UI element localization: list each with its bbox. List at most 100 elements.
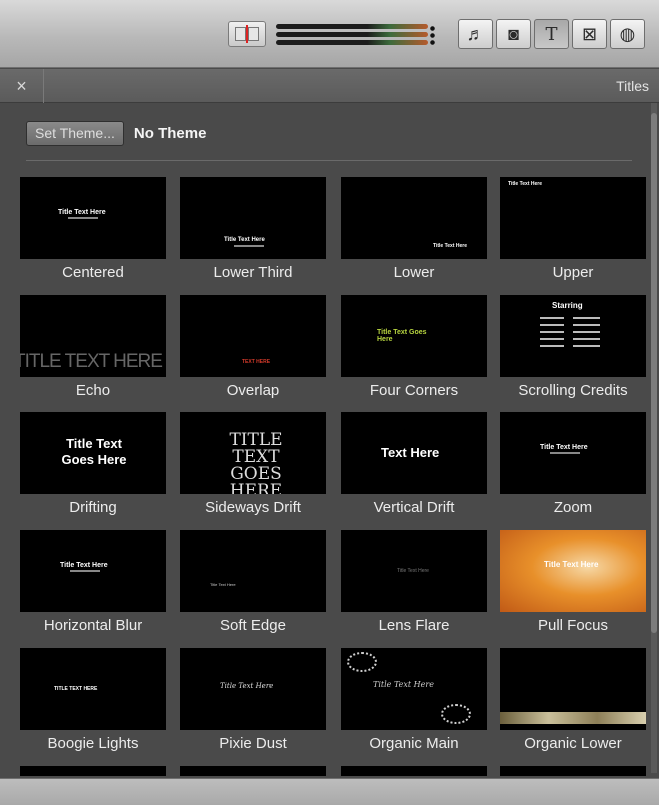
title-style-label: Horizontal Blur bbox=[43, 617, 143, 634]
credit-line bbox=[540, 331, 600, 333]
title-preview-text: Title Text Here bbox=[508, 181, 542, 187]
title-preview-text: Text Here bbox=[381, 445, 440, 460]
subtitle-line bbox=[550, 452, 580, 454]
title-style-label: Organic Main bbox=[369, 735, 459, 752]
toolbar: ♬ ◙ T ⊠ ◍ bbox=[0, 0, 659, 68]
title-preview-text: Starring bbox=[552, 301, 583, 310]
titles-button[interactable]: T bbox=[534, 19, 569, 49]
credit-line bbox=[540, 317, 600, 319]
organic-band-graphic bbox=[500, 712, 646, 724]
browser-mode-buttons: ♬ ◙ T ⊠ ◍ bbox=[458, 19, 645, 49]
title-style-label: Echo bbox=[75, 382, 111, 399]
title-style-label: Pixie Dust bbox=[219, 735, 287, 752]
maps-icon: ◍ bbox=[619, 23, 636, 44]
title-style-label: Lens Flare bbox=[378, 617, 450, 634]
title-style-label: Zoom bbox=[553, 499, 593, 516]
theme-row: Set Theme... No Theme bbox=[26, 119, 206, 147]
transitions-button[interactable]: ⊠ bbox=[572, 19, 607, 49]
title-preview-text: Title Text Here bbox=[224, 237, 265, 243]
title-preview-text: TITLE TEXT HERE bbox=[54, 686, 98, 692]
set-theme-button[interactable]: Set Theme... bbox=[26, 120, 124, 146]
title-preview[interactable] bbox=[500, 766, 646, 776]
title-preview-text: TITLE TEXT GOES HERE bbox=[229, 430, 283, 495]
vertical-scrollbar[interactable] bbox=[651, 103, 657, 773]
title-preview-text: Title Text Here bbox=[210, 582, 236, 587]
title-preview[interactable]: Title Text Here bbox=[20, 177, 166, 259]
title-preview[interactable]: Title Text Here bbox=[180, 648, 326, 730]
title-preview-text: Title Text Here bbox=[544, 560, 599, 569]
close-icon: × bbox=[16, 75, 27, 96]
title-style-label: Upper bbox=[552, 264, 594, 281]
panel-title: Titles bbox=[616, 78, 649, 94]
title-style-label: Overlap bbox=[226, 382, 280, 399]
title-preview[interactable]: Title Text Here bbox=[500, 412, 646, 494]
title-preview[interactable]: Title Text Here bbox=[341, 530, 487, 612]
title-style-label: Pull Focus bbox=[537, 617, 609, 634]
title-preview[interactable]: Title Text Here bbox=[500, 530, 646, 612]
title-preview-text: Title Text Here bbox=[433, 243, 467, 249]
split-right-icon bbox=[248, 27, 259, 41]
title-preview[interactable]: Title Text Here bbox=[341, 177, 487, 259]
title-preview-text: TITLE TEXT HERE bbox=[20, 351, 163, 372]
title-preview-text: Title Text Here bbox=[397, 568, 429, 574]
title-preview[interactable]: Title Text Here bbox=[20, 530, 166, 612]
title-preview[interactable]: Title Text Here bbox=[341, 648, 487, 730]
current-theme-label: No Theme bbox=[133, 124, 207, 142]
title-preview-text: Title Text Here bbox=[540, 444, 588, 451]
title-preview-text: Title Text Here bbox=[58, 209, 106, 216]
flourish-graphic bbox=[347, 652, 377, 672]
meter-handle-icon[interactable] bbox=[430, 25, 435, 45]
photos-button[interactable]: ◙ bbox=[496, 19, 531, 49]
title-preview[interactable] bbox=[180, 766, 326, 776]
titles-panel-header: × Titles bbox=[0, 69, 659, 103]
flourish-graphic bbox=[441, 704, 471, 724]
playhead-marker-icon bbox=[246, 25, 248, 43]
credit-line bbox=[540, 345, 600, 347]
title-style-label: Organic Lower bbox=[524, 735, 622, 752]
title-preview[interactable]: TITLE TEXT GOES HERE bbox=[180, 412, 326, 494]
subtitle-line bbox=[68, 217, 98, 219]
title-preview[interactable]: Text Here bbox=[341, 412, 487, 494]
title-preview-text: Title Text Goes Here bbox=[377, 329, 427, 343]
title-style-label: Four Corners bbox=[369, 382, 459, 399]
meter-bar bbox=[276, 32, 428, 37]
divider bbox=[26, 160, 632, 161]
music-icon: ♬ bbox=[466, 23, 485, 44]
title-style-label: Drifting bbox=[69, 499, 117, 516]
title-preview[interactable]: TITLE TEXT HERE bbox=[20, 648, 166, 730]
credit-line bbox=[540, 324, 600, 326]
title-preview[interactable] bbox=[20, 766, 166, 776]
title-preview[interactable]: Title Text Goes Here bbox=[341, 295, 487, 377]
subtitle-line bbox=[70, 570, 100, 572]
title-style-label: Vertical Drift bbox=[373, 499, 455, 516]
title-preview-text: TEXT HERE bbox=[242, 359, 271, 365]
title-style-label: Soft Edge bbox=[220, 617, 286, 634]
title-style-label: Lower Third bbox=[213, 264, 293, 281]
close-panel-button[interactable]: × bbox=[0, 69, 44, 103]
title-preview[interactable] bbox=[341, 766, 487, 776]
title-style-label: Sideways Drift bbox=[205, 499, 301, 516]
title-preview-text: Title Text Here bbox=[373, 680, 434, 689]
title-preview[interactable]: Title Text Goes Here bbox=[20, 412, 166, 494]
transitions-icon: ⊠ bbox=[581, 23, 598, 44]
maps-button[interactable]: ◍ bbox=[610, 19, 645, 49]
title-style-label: Centered bbox=[62, 264, 124, 281]
titles-icon: T bbox=[545, 23, 558, 45]
title-preview-text: Title Text Goes Here bbox=[61, 436, 127, 467]
title-preview[interactable]: Starring bbox=[500, 295, 646, 377]
scrollbar-thumb[interactable] bbox=[651, 113, 657, 633]
title-preview[interactable] bbox=[500, 648, 646, 730]
title-preview[interactable]: Title Text Here bbox=[180, 177, 326, 259]
title-preview[interactable]: TEXT HERE bbox=[180, 295, 326, 377]
audio-meter[interactable] bbox=[276, 20, 436, 48]
bottom-bar bbox=[0, 778, 659, 805]
title-preview[interactable]: Title Text Here bbox=[180, 530, 326, 612]
title-preview[interactable]: TITLE TEXT HERE bbox=[20, 295, 166, 377]
split-clip-button[interactable] bbox=[228, 21, 266, 47]
meter-bar bbox=[276, 24, 428, 29]
camera-icon: ◙ bbox=[508, 23, 519, 44]
title-preview-text: Title Text Here bbox=[220, 682, 274, 690]
music-button[interactable]: ♬ bbox=[458, 19, 493, 49]
title-preview-text: Title Text Here bbox=[60, 562, 108, 569]
title-preview[interactable]: Title Text Here bbox=[500, 177, 646, 259]
